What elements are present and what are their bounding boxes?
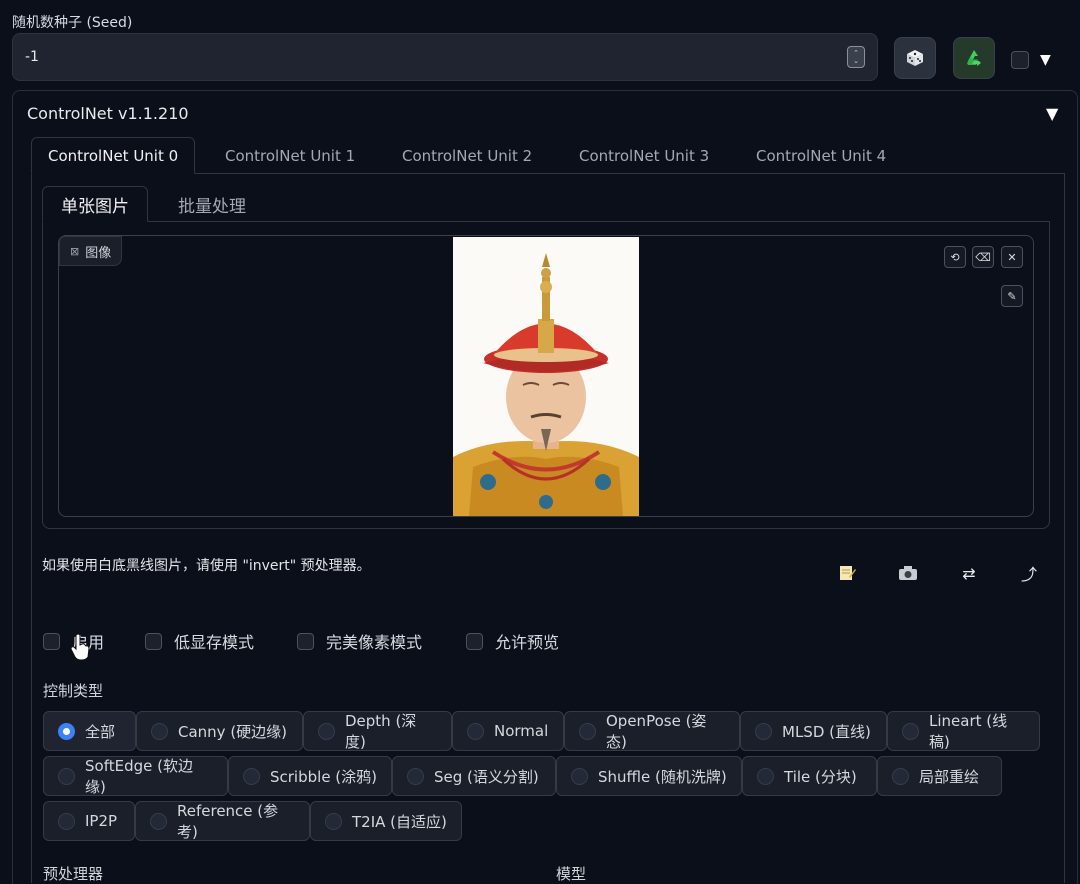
new-canvas-button[interactable] xyxy=(836,562,858,584)
tab-unit-1[interactable]: ControlNet Unit 1 xyxy=(209,137,371,174)
preprocessor-label: 预处理器 xyxy=(43,865,104,883)
radio-dot[interactable] xyxy=(902,722,919,740)
radio-dot[interactable] xyxy=(579,722,596,740)
tab-unit-0[interactable]: ControlNet Unit 0 xyxy=(31,137,196,174)
control-type-option[interactable]: IP2P xyxy=(43,801,135,841)
pixel-perfect-checkbox[interactable]: 完美像素模式 xyxy=(297,629,422,653)
control-type-option[interactable]: SoftEdge (软边缘) xyxy=(43,756,228,796)
option-label: T2IA (自适应) xyxy=(352,812,447,831)
option-label: Scribble (涂鸦) xyxy=(270,767,378,786)
invert-hint: 如果使用白底黑线图片，请使用 "invert" 预处理器。 xyxy=(42,558,371,574)
recycle-icon xyxy=(967,50,981,66)
control-type-option[interactable]: Lineart (线稿) xyxy=(887,711,1040,751)
undo-icon[interactable]: ⟲ xyxy=(944,246,966,268)
camera-icon xyxy=(899,566,917,580)
send-dimensions-icon[interactable]: ⤴ xyxy=(1018,562,1040,584)
seed-stepper[interactable]: ⌃ ⌄ xyxy=(847,46,865,68)
checkbox-box[interactable] xyxy=(43,632,60,650)
hand-cursor-icon xyxy=(70,633,90,661)
option-label: OpenPose (姿态) xyxy=(606,712,707,751)
stepper-up-icon[interactable]: ⌃ xyxy=(853,49,859,57)
tab-unit-2[interactable]: ControlNet Unit 2 xyxy=(386,137,548,174)
tab-batch[interactable]: 批量处理 xyxy=(160,186,264,222)
option-label: Shuffle (随机洗牌) xyxy=(598,767,727,786)
radio-dot[interactable] xyxy=(467,722,484,740)
brush-icon[interactable]: ✎ xyxy=(1001,285,1023,307)
stepper-down-icon[interactable]: ⌄ xyxy=(853,57,859,65)
control-type-option[interactable]: T2IA (自适应) xyxy=(310,801,462,841)
option-label: SoftEdge (软边缘) xyxy=(85,757,193,796)
control-type-option[interactable]: Scribble (涂鸦) xyxy=(228,756,392,796)
control-type-option[interactable]: OpenPose (姿态) xyxy=(564,711,740,751)
dice-icon xyxy=(907,50,923,66)
tab-unit-3[interactable]: ControlNet Unit 3 xyxy=(563,137,725,174)
radio-dot[interactable] xyxy=(325,812,342,830)
seed-label: 随机数种子 (Seed) xyxy=(12,15,133,31)
control-type-label: 控制类型 xyxy=(43,682,104,700)
control-type-option[interactable]: 全部 xyxy=(43,711,136,751)
option-label: Canny (硬边缘) xyxy=(178,722,288,741)
radio-dot[interactable] xyxy=(151,722,168,740)
image-icon: ⊠ xyxy=(70,244,80,258)
radio-dot[interactable] xyxy=(892,767,909,785)
checkbox-box[interactable] xyxy=(466,632,483,650)
checkbox-box[interactable] xyxy=(297,632,314,650)
radio-dot[interactable] xyxy=(757,767,774,785)
control-type-option[interactable]: Seg (语义分割) xyxy=(392,756,556,796)
edit-icon xyxy=(840,566,856,580)
control-type-option[interactable]: MLSD (直线) xyxy=(740,711,887,751)
controlnet-title[interactable]: ControlNet v1.1.210 xyxy=(27,104,189,123)
radio-dot[interactable] xyxy=(243,767,260,785)
radio-dot[interactable] xyxy=(571,767,588,785)
radio-dot[interactable] xyxy=(58,722,75,740)
option-label: 全部 xyxy=(85,722,116,741)
seed-input[interactable]: -1 ⌃ ⌄ xyxy=(12,33,878,81)
option-label: Lineart (线稿) xyxy=(929,712,1008,751)
option-label: 局部重绘 xyxy=(919,767,980,786)
low-vram-checkbox[interactable]: 低显存模式 xyxy=(145,629,254,653)
radio-dot[interactable] xyxy=(755,722,772,740)
radio-dot[interactable] xyxy=(58,812,75,830)
chevron-down-icon[interactable]: ▼ xyxy=(1040,52,1051,68)
webcam-button[interactable] xyxy=(897,562,919,584)
control-type-option[interactable]: Reference (参考) xyxy=(135,801,310,841)
checkbox-box[interactable] xyxy=(145,632,162,650)
radio-dot[interactable] xyxy=(318,722,335,740)
checkbox-label: 允许预览 xyxy=(495,633,560,652)
checkbox-label: 完美像素模式 xyxy=(326,633,423,652)
option-label: Seg (语义分割) xyxy=(434,767,539,786)
control-type-option[interactable]: Canny (硬边缘) xyxy=(136,711,303,751)
option-label: Depth (深度) xyxy=(345,712,417,751)
control-type-option[interactable]: Shuffle (随机洗牌) xyxy=(556,756,742,796)
control-type-option[interactable]: Normal xyxy=(452,711,564,751)
option-label: MLSD (直线) xyxy=(782,722,871,741)
portrait-image xyxy=(453,237,639,516)
collapse-caret-icon[interactable]: ▼ xyxy=(1046,104,1058,123)
seed-value: -1 xyxy=(25,49,39,65)
swap-icon[interactable]: ⇄ xyxy=(958,562,980,584)
option-label: Reference (参考) xyxy=(177,802,279,841)
extra-seed-checkbox[interactable] xyxy=(1011,51,1029,69)
control-type-option[interactable]: 局部重绘 xyxy=(877,756,1002,796)
control-type-option[interactable]: Tile (分块) xyxy=(742,756,877,796)
tab-unit-4[interactable]: ControlNet Unit 4 xyxy=(740,137,902,174)
control-type-option[interactable]: Depth (深度) xyxy=(303,711,452,751)
radio-dot[interactable] xyxy=(150,812,167,830)
option-label: Normal xyxy=(494,722,549,740)
model-label: 模型 xyxy=(556,865,587,883)
tab-single-image[interactable]: 单张图片 xyxy=(42,186,148,222)
image-label-text: 图像 xyxy=(85,245,112,261)
allow-preview-checkbox[interactable]: 允许预览 xyxy=(466,629,559,653)
reuse-seed-button[interactable] xyxy=(953,37,995,79)
close-icon[interactable]: ✕ xyxy=(1001,246,1023,268)
option-label: Tile (分块) xyxy=(784,767,857,786)
checkbox-label: 低显存模式 xyxy=(174,633,255,652)
eraser-icon[interactable]: ⌫ xyxy=(972,246,994,268)
image-label: ⊠ 图像 xyxy=(59,236,123,266)
radio-dot[interactable] xyxy=(407,767,424,785)
radio-dot[interactable] xyxy=(58,767,75,785)
option-label: IP2P xyxy=(85,812,118,830)
random-seed-button[interactable] xyxy=(894,37,936,79)
